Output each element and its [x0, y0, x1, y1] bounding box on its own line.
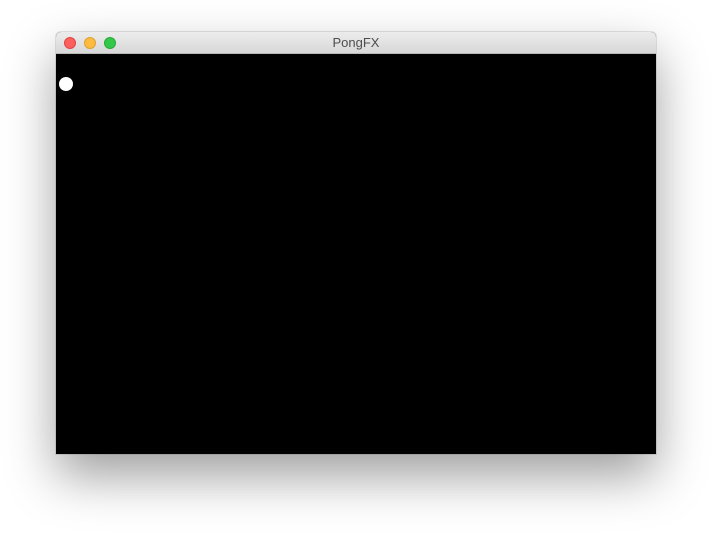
window-title: PongFX: [332, 35, 380, 50]
pong-ball: [59, 77, 73, 91]
app-window: PongFX: [56, 32, 656, 454]
title-bar[interactable]: PongFX: [56, 32, 656, 54]
game-canvas[interactable]: [56, 54, 656, 454]
